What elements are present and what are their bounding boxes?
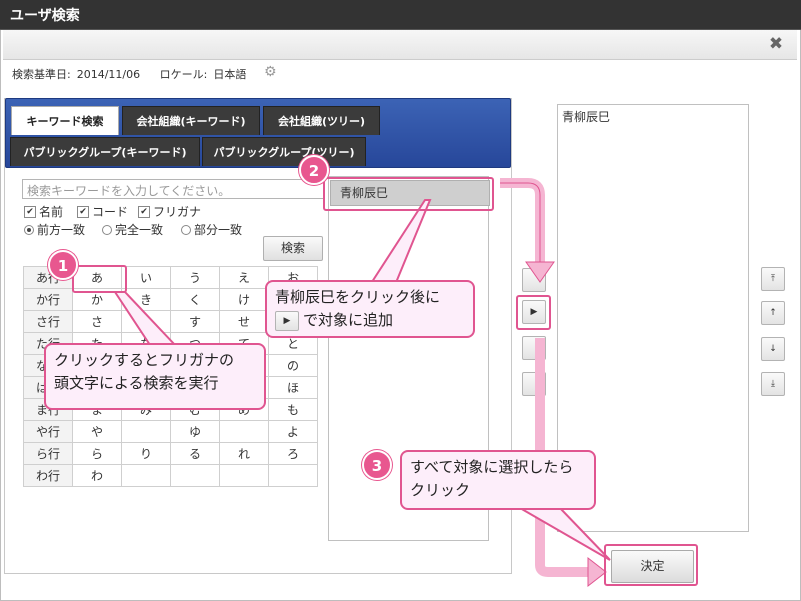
kana-cell[interactable]: の (268, 354, 318, 377)
kana-row-header[interactable]: や行 (23, 420, 73, 443)
move-up-button[interactable]: ↑ (761, 301, 785, 325)
kana-cell[interactable]: せ (219, 310, 269, 333)
arrow-up-icon: ↑ (769, 308, 777, 318)
match-exact-radio[interactable]: 完全一致 (102, 221, 163, 238)
field-name-checkbox[interactable]: ✔ 名前 (24, 203, 63, 220)
callout-1: クリックするとフリガナの 頭文字による検索を実行 (44, 343, 266, 410)
kana-row-header[interactable]: ら行 (23, 442, 73, 465)
move-bottom-button[interactable]: ⤓ (761, 372, 785, 396)
kana-cell (121, 464, 171, 487)
tab-public-group-tree[interactable]: パブリックグループ(ツリー) (202, 137, 366, 166)
inline-add-icon: ▶ (275, 310, 299, 331)
kana-cell[interactable]: り (121, 442, 171, 465)
callout-1-line2: 頭文字による検索を実行 (54, 374, 219, 392)
kana-row-header[interactable]: か行 (23, 288, 73, 311)
toolbar (3, 30, 797, 60)
kana-row: ら行らりるれろ (23, 442, 318, 465)
locale-label: ロケール: (159, 68, 208, 81)
tab-company-tree[interactable]: 会社組織(ツリー) (263, 106, 380, 135)
callout-3-line1: すべて対象に選択したら (410, 458, 574, 476)
tab-keyword-search[interactable]: キーワード検索 (11, 106, 119, 135)
search-button[interactable]: 検索 (263, 236, 323, 261)
move-top-button[interactable]: ⤒ (761, 267, 785, 291)
kana-cell[interactable]: き (121, 288, 171, 311)
kana-cell[interactable]: も (268, 398, 318, 421)
tab-public-group-keyword[interactable]: パブリックグループ(キーワード) (10, 137, 200, 166)
field-code-label: コード (92, 205, 129, 219)
base-date-value: 2014/11/06 (76, 68, 141, 81)
kana-cell[interactable]: く (170, 288, 220, 311)
arrow-down-icon: ↓ (769, 344, 777, 354)
match-exact-label: 完全一致 (115, 223, 164, 237)
move-bottom-icon: ⤓ (771, 379, 775, 389)
kana-cell[interactable]: や (72, 420, 122, 443)
kana-row-header[interactable]: わ行 (23, 464, 73, 487)
match-prefix-radio[interactable]: 前方一致 (24, 221, 85, 238)
base-date-label: 検索基準日: (12, 68, 71, 81)
selected-item[interactable]: 青柳辰巳 (562, 108, 610, 125)
kana-cell (219, 420, 269, 443)
check-icon: ✔ (24, 205, 36, 218)
tab-company-keyword[interactable]: 会社組織(キーワード) (122, 106, 260, 135)
kana-cell (268, 464, 318, 487)
search-input[interactable]: 検索キーワードを入力してください。 (22, 179, 324, 199)
add-all-button[interactable] (522, 268, 546, 292)
kana-row: わ行わ (23, 464, 318, 487)
match-partial-radio[interactable]: 部分一致 (181, 221, 242, 238)
kana-cell (219, 464, 269, 487)
close-icon[interactable]: ✖ (762, 33, 790, 55)
locale-value: 日本語 (213, 68, 247, 81)
field-name-label: 名前 (39, 205, 64, 219)
kana-row: や行や ゆ よ (23, 420, 318, 443)
gear-icon[interactable]: ⚙ (264, 65, 278, 79)
move-down-button[interactable]: ↓ (761, 337, 785, 361)
remove-all-button[interactable] (522, 372, 546, 396)
callout-3-line2: クリック (410, 481, 471, 499)
decide-button-highlight (604, 544, 698, 586)
kana-cell[interactable]: え (219, 266, 269, 289)
kana-cell[interactable]: ろ (268, 442, 318, 465)
kana-cell[interactable]: れ (219, 442, 269, 465)
kana-cell[interactable]: ゆ (170, 420, 220, 443)
callout-2-line2: で対象に追加 (303, 311, 394, 329)
result-item-highlight (323, 177, 494, 211)
step-1-badge: 1 (48, 250, 78, 280)
kana-cell[interactable]: す (170, 310, 220, 333)
field-kana-checkbox[interactable]: ✔ フリガナ (138, 203, 201, 220)
field-code-checkbox[interactable]: ✔ コード (77, 203, 128, 220)
title-bar (0, 0, 801, 30)
kana-cell[interactable]: う (170, 266, 220, 289)
callout-1-line1: クリックするとフリガナの (54, 351, 235, 369)
kana-cell[interactable]: わ (72, 464, 122, 487)
callout-2: 青柳辰巳をクリック後に ▶ で対象に追加 (265, 280, 475, 338)
move-top-icon: ⤒ (771, 274, 775, 284)
callout-3: すべて対象に選択したら クリック (400, 450, 596, 510)
kana-row-header[interactable]: さ行 (23, 310, 73, 333)
kana-cell[interactable]: ら (72, 442, 122, 465)
match-partial-label: 部分一致 (194, 223, 243, 237)
kana-cell (121, 420, 171, 443)
dialog-title: ユーザ検索 (10, 8, 80, 24)
add-button-highlight (516, 295, 551, 330)
kana-cell[interactable]: さ (72, 310, 122, 333)
kana-cell[interactable]: よ (268, 420, 318, 443)
kana-cell[interactable]: し (121, 310, 171, 333)
step-2-badge: 2 (299, 155, 329, 185)
kana-cell[interactable]: る (170, 442, 220, 465)
check-icon: ✔ (77, 205, 89, 218)
kana-cell (170, 464, 220, 487)
tab-strip: キーワード検索 会社組織(キーワード) 会社組織(ツリー) パブリックグループ(… (5, 98, 511, 168)
match-prefix-label: 前方一致 (37, 223, 86, 237)
meta-row: 検索基準日: 2014/11/06 ロケール: 日本語 (12, 66, 252, 82)
callout-2-line1: 青柳辰巳をクリック後に (275, 288, 441, 306)
kana-a-highlight (72, 265, 127, 293)
kana-cell[interactable]: い (121, 266, 171, 289)
field-kana-label: フリガナ (153, 205, 202, 219)
step-3-badge: 3 (362, 450, 392, 480)
kana-cell[interactable]: ほ (268, 376, 318, 399)
kana-cell[interactable]: け (219, 288, 269, 311)
remove-button[interactable] (522, 336, 546, 360)
check-icon: ✔ (138, 205, 150, 218)
